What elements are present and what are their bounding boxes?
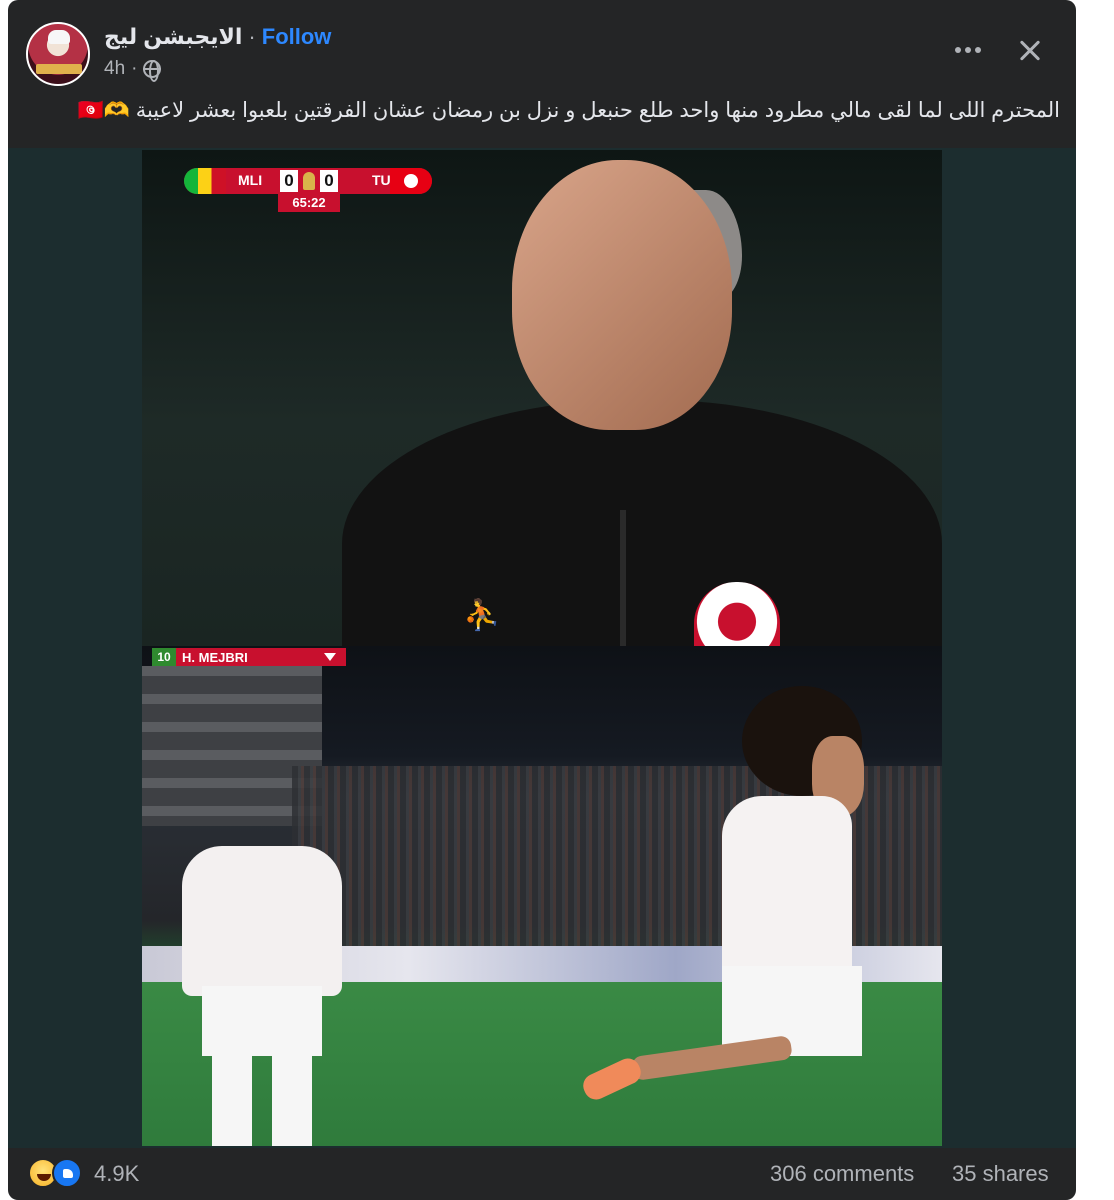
- player-shorts: [202, 986, 322, 1056]
- away-score: 0: [320, 170, 338, 192]
- home-team-code: MLI: [238, 172, 263, 188]
- scoreboard: MLI 0 0 TUN: [184, 168, 432, 194]
- player-number: 10: [152, 648, 176, 666]
- player-name-graphic: 10 H. MEJBRI: [152, 648, 346, 666]
- player-shirt: [722, 796, 852, 976]
- tunisia-flag-icon: [390, 168, 432, 194]
- coach-face: [512, 160, 732, 430]
- reaction-icons[interactable]: [28, 1158, 88, 1190]
- more-options-icon[interactable]: [948, 32, 988, 68]
- player-shirt: [182, 846, 342, 996]
- player-mejbri: [579, 686, 902, 1146]
- post-meta: 4h ·: [104, 58, 162, 82]
- like-icon: [52, 1158, 82, 1188]
- player-name: H. MEJBRI: [182, 649, 248, 665]
- avatar-hat-graphic: [48, 30, 70, 44]
- trophy-icon: [303, 172, 315, 190]
- page-avatar[interactable]: [26, 22, 90, 86]
- post-timestamp[interactable]: 4h: [104, 58, 125, 80]
- page-name-link[interactable]: الايجبشن ليج: [104, 24, 242, 50]
- player-legs: [212, 1056, 312, 1146]
- player-number-5: [182, 836, 352, 1146]
- post-footer: 4.9K 306 comments 35 shares: [8, 1150, 1076, 1200]
- coach-photo[interactable]: ⛹: [142, 150, 942, 646]
- reaction-count[interactable]: 4.9K: [94, 1161, 139, 1187]
- comments-count-link[interactable]: 306 comments: [770, 1161, 914, 1187]
- player-leg: [631, 1034, 793, 1082]
- chevron-down-icon: [324, 653, 336, 661]
- match-clock: 65:22: [278, 194, 340, 212]
- separator-dot: ·: [248, 24, 256, 49]
- dot-3: [975, 47, 981, 53]
- dot-1: [955, 47, 961, 53]
- globe-icon: [143, 60, 162, 82]
- kappa-logo-icon: ⛹: [463, 599, 501, 632]
- close-icon[interactable]: [1010, 30, 1050, 70]
- players-photo[interactable]: [142, 646, 942, 1146]
- post-header: الايجبشن ليج · Follow: [104, 24, 331, 50]
- meta-separator: ·: [131, 58, 138, 79]
- home-score: 0: [280, 170, 298, 192]
- player-boot: [579, 1054, 645, 1104]
- follow-button[interactable]: Follow: [262, 24, 332, 50]
- mali-flag-icon: [184, 168, 226, 194]
- jacket-zipper: [620, 510, 626, 646]
- avatar-logo-graphic: [36, 64, 82, 74]
- coach-jacket: [342, 400, 942, 646]
- shares-count-link[interactable]: 35 shares: [952, 1161, 1049, 1187]
- dot-2: [965, 47, 971, 53]
- post-caption: المحترم اللى لما لقى مالي مطرود منها واح…: [77, 99, 1060, 122]
